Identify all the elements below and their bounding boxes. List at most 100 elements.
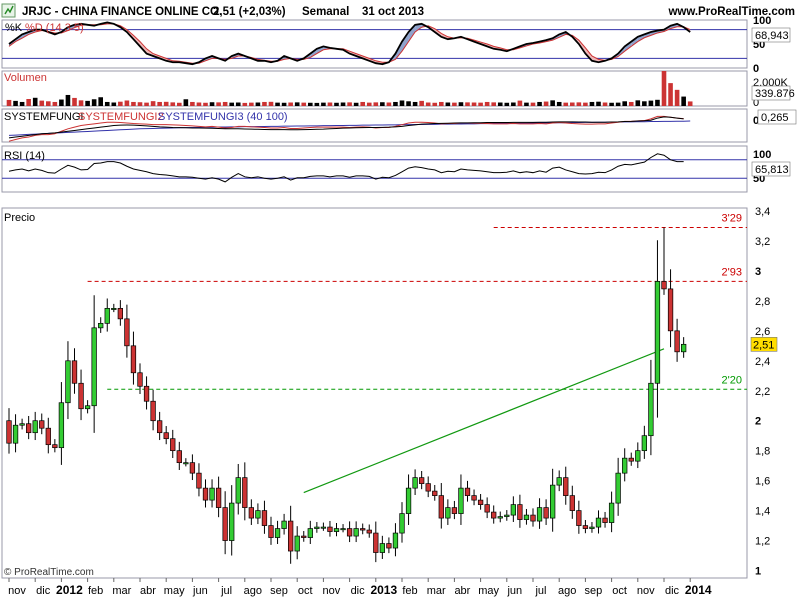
volume-bar [183,99,189,106]
x-label-13: dic [351,585,366,597]
candle-body [504,514,510,517]
volume-bar [425,102,431,106]
candle-body [6,420,12,444]
candle-body [379,543,385,553]
quote-date: 31 oct 2013 [362,6,424,18]
candle-body [353,528,359,537]
volume-bar [452,102,457,106]
volume-bar [19,101,25,106]
volume-bar [216,102,221,106]
candle-body [661,281,667,290]
volume-bar [602,102,608,106]
candle-body [71,360,78,384]
candle-body [202,487,209,501]
candle-body [176,450,182,464]
candle-body [26,423,32,434]
candle-body [242,477,248,508]
candle-body [157,420,163,434]
candle-body [635,450,641,462]
candle-body [615,472,621,504]
candle-body [183,462,189,465]
volume-bar [661,71,667,106]
price-last-badge-text: 2,51 [753,339,774,351]
volume-bar [46,101,51,106]
x-label-10: sep [270,585,288,597]
price-tick-4: 1,8 [755,446,770,458]
candle-body [19,423,25,426]
price-tick-3: 1,6 [755,476,770,488]
volume-bar [52,101,58,106]
candle-body [229,502,235,541]
x-label-6: may [164,585,185,597]
volume-bar [98,97,103,106]
candle-body [163,432,169,440]
x-label-1: dic [36,585,51,597]
volume-bar [268,101,274,106]
candle-body [432,490,438,496]
candle-body [484,504,490,513]
volume-bar [615,102,621,106]
volume-bar [511,102,516,106]
volume-bar [622,101,627,106]
volume-bar [308,102,313,106]
price-frame [1,207,748,579]
chart-canvas: JRJC - CHINA FINANCE ONLINE CO. 2,51 (+2… [0,0,800,600]
candle-body [582,525,589,529]
price-tick-10: 3 [755,266,761,278]
volume-bar [334,102,339,106]
volume-bar [26,99,31,106]
volume-bar [222,101,228,106]
candle-body [91,327,97,407]
candle-body [628,457,634,462]
x-label-16: mar [427,585,446,597]
volume-bar [177,102,182,106]
candle-body [680,343,687,353]
volume-bar [530,102,536,106]
price-tick-1: 1,2 [755,536,770,548]
rsi-frame [1,145,748,193]
candle-body [536,507,543,522]
volume-bar [249,102,254,106]
volume-bar [137,102,143,106]
candle-body [274,528,281,538]
volume-bar [674,89,680,106]
candle-body [373,532,379,553]
candle-body [52,444,58,449]
candle-body [438,495,444,519]
volume-bar [576,102,582,106]
volume-bar [524,102,529,106]
volume-bar [668,83,673,106]
candle-body [648,382,654,437]
price-level-label-0: 3'29 [722,212,742,224]
volume-bar [104,101,110,106]
candle-body [301,535,307,538]
volume-bar [340,102,346,106]
last-price-change: 2,51 (+2,03%) [213,6,286,18]
candle-body [497,516,503,519]
volume-bar [589,101,595,106]
x-label-15: feb [402,585,417,597]
site-url[interactable]: www.ProRealTime.com [667,6,795,18]
x-label-9: ago [244,585,262,597]
volume-bar [170,102,176,106]
volume-bar [635,100,641,106]
price-tick-5: 2 [755,416,761,428]
volume-bar [347,102,352,106]
copyright: © ProRealTime.com [4,567,94,578]
x-label-18: may [478,585,499,597]
candle-body [248,507,255,519]
x-label-4: mar [112,585,131,597]
price-tick-9: 2,8 [755,296,770,308]
volume-bar [203,102,208,106]
volume-bar [583,102,588,106]
volume-label: Volumen [4,72,47,84]
stoch-k-label: %K [5,22,23,34]
period: Semanal [302,6,349,18]
stochastic-panel: 05010068,943 [1,15,791,75]
candle-body [39,420,45,429]
candle-body [576,510,582,526]
candle-body [340,528,346,531]
volume-bar [465,102,470,106]
x-label-7: jun [192,585,208,597]
x-label-26: 2014 [685,583,712,597]
